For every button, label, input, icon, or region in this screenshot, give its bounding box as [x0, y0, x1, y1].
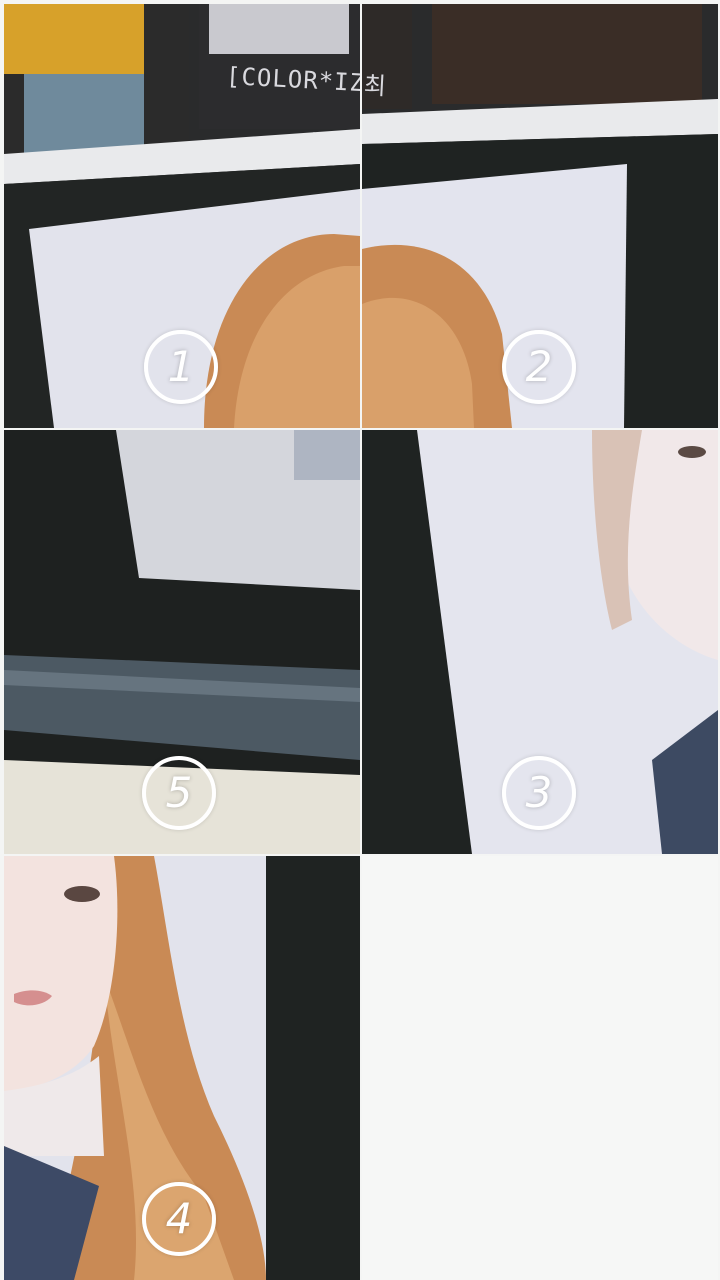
empty-slot[interactable]	[362, 856, 718, 1280]
tile-number-badge-3: 3	[502, 756, 576, 830]
tile-number-badge-5: 5	[142, 756, 216, 830]
tile-number-badge-1: 1	[144, 330, 218, 404]
puzzle-tile-4[interactable]: 4	[4, 856, 360, 1280]
puzzle-board: [COLOR*IZ] 1 최 2 5 3 4	[0, 0, 720, 1280]
puzzle-tile-5[interactable]: 5	[4, 430, 360, 854]
puzzle-tile-2[interactable]: 최 2	[362, 4, 718, 428]
tile-number-badge-2: 2	[502, 330, 576, 404]
tile-number-badge-4: 4	[142, 1182, 216, 1256]
puzzle-tile-1[interactable]: [COLOR*IZ] 1	[4, 4, 360, 428]
puzzle-tile-3[interactable]: 3	[362, 430, 718, 854]
screen-caption-right: 최	[363, 71, 388, 101]
